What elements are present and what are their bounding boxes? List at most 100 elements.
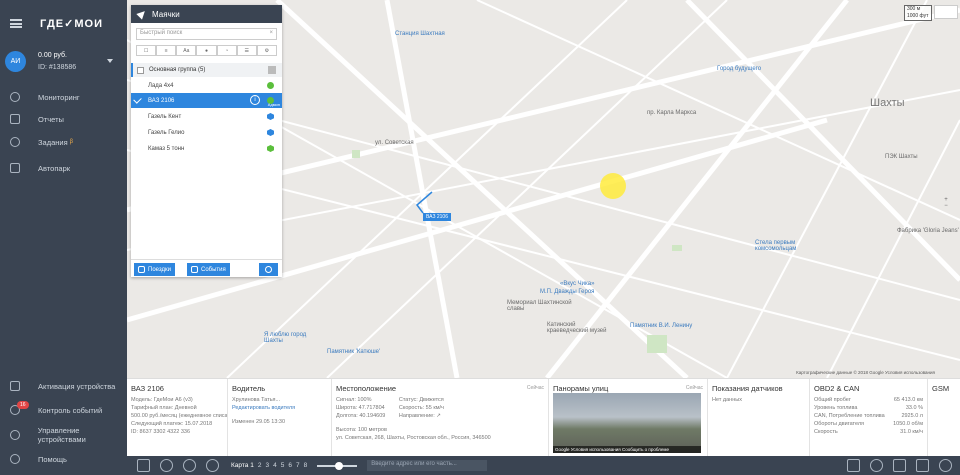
latitude: Широта: 47.717804 — [336, 405, 385, 411]
nav-item-tasks[interactable]: Задания β — [0, 131, 127, 153]
events-button-label: События — [201, 266, 226, 273]
pin-icon[interactable] — [183, 459, 196, 472]
nav-item-help[interactable]: Помощь — [0, 448, 127, 470]
map-tab[interactable]: 6 — [288, 462, 292, 469]
check-icon[interactable] — [133, 95, 142, 104]
group-label: Основная группа (5) — [149, 67, 206, 73]
map-tab[interactable]: 3 — [265, 462, 269, 469]
trips-button-label: Поездки — [148, 266, 171, 273]
address: ул. Советская, 268, Шахты, Ростовская об… — [336, 435, 491, 441]
map-tab-current[interactable]: Карта 1 — [231, 462, 254, 469]
sensors-status: Нет данных — [712, 397, 742, 403]
map-scale: 300 м 1000 фут — [904, 5, 932, 21]
search-input[interactable]: Быстрый поиск × — [136, 28, 277, 40]
sidebar: ГДЕ✓МОИ АИ 0.00 руб. ID: #138586 Монитор… — [0, 0, 127, 475]
obd-card: OBD2 & CAN Общий пробег 65 413.0 км Урове… — [810, 379, 928, 457]
tracker-row[interactable]: Газель Кент — [131, 109, 282, 124]
sort-alpha-button[interactable]: Aa — [176, 45, 197, 56]
nav-label: Задания — [38, 137, 68, 147]
nav-item-events[interactable]: 16 Контроль событий — [0, 399, 127, 421]
vehicle-map-marker[interactable]: ВАЗ 2106 — [423, 213, 451, 221]
select-all-checkbox[interactable]: ☐ — [136, 45, 157, 56]
obd-label: CAN, Потребление топлива — [814, 413, 885, 419]
edit-driver-link[interactable]: Редактировать водителя — [232, 404, 327, 412]
map-label: М.П. Дважды Героя — [540, 289, 595, 295]
nav-item-monitoring[interactable]: Мониторинг — [0, 86, 127, 108]
car-icon[interactable] — [870, 459, 883, 472]
events-button[interactable]: События — [187, 263, 230, 276]
nav-item-activation[interactable]: Активация устройства — [0, 375, 127, 397]
map-label: Памятник 'Катюше' — [327, 349, 381, 355]
info-icon[interactable]: i — [250, 95, 260, 105]
map-tab[interactable]: 8 — [304, 462, 308, 469]
obd-value: 31.0 км/ч — [900, 429, 923, 435]
tracker-name: Камаз 5 тонн — [148, 145, 185, 152]
history-button[interactable] — [259, 263, 278, 276]
obd-row: Обороты двигателя 1050.0 об/м — [814, 420, 923, 428]
history-icon — [265, 266, 272, 273]
tracker-row[interactable]: Камаз 5 тонн — [131, 141, 282, 156]
hamburger-menu-icon[interactable] — [10, 19, 22, 28]
scale-metric: 300 м — [907, 6, 921, 12]
streetview-card: Панорамы улиц Сейчас Google Условия испо… — [549, 379, 708, 457]
download-icon[interactable] — [847, 459, 860, 472]
navigation-arrow-icon — [136, 8, 148, 20]
fullscreen-button[interactable] — [934, 5, 958, 19]
vehicle-next-payment: Следующий платеж: 15.07.2018 — [131, 421, 213, 427]
nav-item-devices[interactable]: Управление устройствами — [0, 424, 127, 446]
layers-icon[interactable] — [916, 459, 929, 472]
trips-button[interactable]: Поездки — [134, 263, 175, 276]
route-icon — [138, 266, 145, 273]
panel-title: Маячки — [152, 9, 180, 19]
status-hexagon-icon — [267, 145, 274, 152]
zoom-slider[interactable] — [317, 461, 358, 470]
account-balance: 0.00 руб. — [38, 52, 67, 59]
status-filter-button[interactable]: ● — [196, 45, 217, 56]
list-view-button[interactable]: ≡ — [156, 45, 177, 56]
gsm-card: GSM — [928, 379, 960, 457]
map-tab[interactable]: 2 — [258, 462, 262, 469]
obd-title: OBD2 & CAN — [814, 384, 860, 393]
status-hexagon-icon — [267, 129, 274, 136]
chevron-down-icon[interactable] — [107, 59, 113, 63]
building-icon[interactable] — [893, 459, 906, 472]
nav-label: Отчеты — [38, 114, 64, 124]
settings-button[interactable]: ⚙ — [256, 45, 277, 56]
tracker-row[interactable]: Газель Гелио — [131, 125, 282, 140]
location-card: Местоположение Сейчас Сигнал: 100% Широт… — [332, 379, 549, 457]
clear-icon[interactable]: × — [269, 30, 273, 36]
nav-item-reports[interactable]: Отчеты — [0, 108, 127, 130]
tracker-row[interactable]: Лада 4х4 — [131, 78, 282, 93]
tracker-name: Лада 4х4 — [148, 82, 174, 89]
map-pages: Карта 1 2 3 4 5 6 7 8 — [231, 462, 307, 469]
panel-footer: Поездки События — [131, 259, 282, 277]
obd-row: CAN, Потребление топлива 2925.0 л — [814, 412, 923, 420]
gsm-title: GSM — [932, 384, 950, 393]
movement-status: Статус: Движется — [398, 397, 444, 403]
group-checkbox[interactable] — [137, 66, 144, 74]
map-label: ул. Советская — [375, 140, 414, 146]
signal-strength: Сигнал: 100% — [336, 397, 372, 403]
fullscreen-icon[interactable] — [939, 459, 952, 472]
map-tab[interactable]: 4 — [273, 462, 277, 469]
map-tab[interactable]: 7 — [296, 462, 300, 469]
map-label: Фабрика 'Gloria Jeans' — [897, 228, 959, 234]
altitude: Высота: 100 метров — [336, 427, 387, 433]
share-icon[interactable] — [206, 459, 219, 472]
location-title: Местоположение — [336, 384, 397, 393]
obd-value: 65 413.0 км — [893, 397, 923, 403]
group-row[interactable]: Основная группа (5) — [131, 63, 282, 77]
map-tab[interactable]: 5 — [281, 462, 285, 469]
obd-row: Общий пробег 65 413.0 км — [814, 396, 923, 404]
map-zoom-controls[interactable]: + − — [935, 197, 957, 211]
streetview-image[interactable]: Google Условия использования Сообщить о … — [553, 393, 701, 453]
nav-label: Автопарк — [38, 163, 71, 173]
time-filter-button[interactable]: ◔ — [216, 45, 237, 56]
menu-button[interactable]: ☰ — [236, 45, 257, 56]
avatar[interactable]: АИ — [5, 51, 26, 72]
tracker-row-selected[interactable]: ВАЗ 2106 i Админ — [131, 93, 282, 108]
address-search-input[interactable]: Введите адрес или его часть... — [367, 460, 488, 471]
layout-icon[interactable] — [137, 459, 150, 472]
nav-item-fleet[interactable]: Автопарк — [0, 157, 127, 179]
clock-icon[interactable] — [160, 459, 173, 472]
